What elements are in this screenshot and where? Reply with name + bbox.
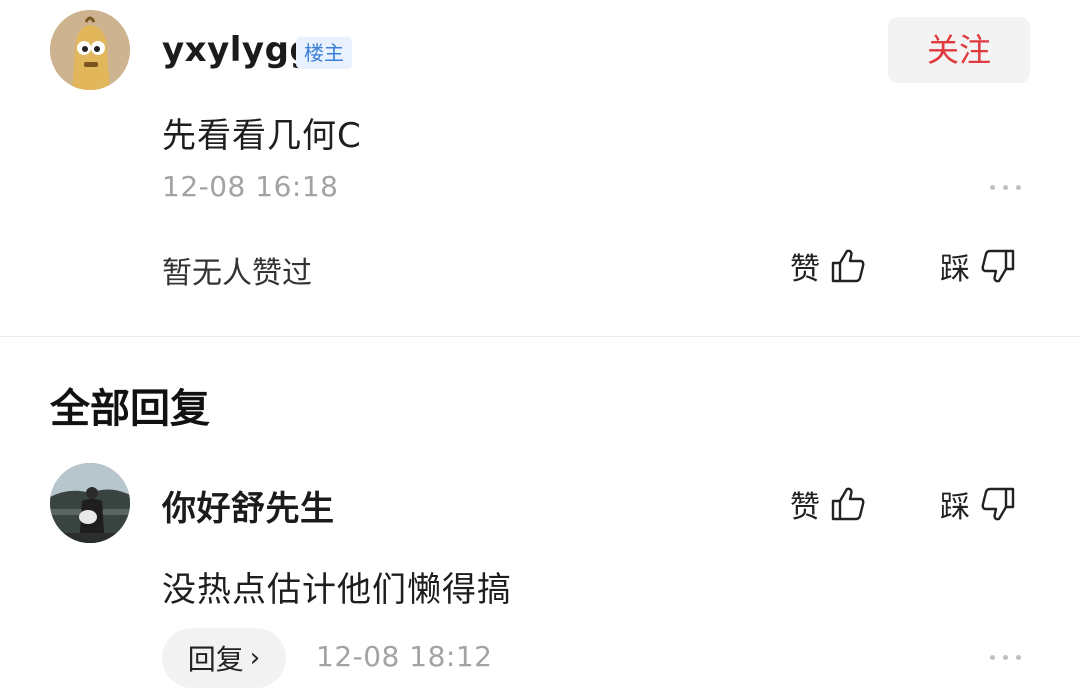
post-author-name[interactable]: yxylygg: [162, 30, 314, 70]
section-divider: [0, 336, 1080, 337]
more-options-icon[interactable]: [988, 182, 1024, 192]
chevron-right-icon: ›: [249, 643, 261, 673]
reply-timestamp: 12-08 18:12: [316, 640, 493, 673]
like-label: 赞: [790, 490, 820, 525]
like-button[interactable]: 赞: [790, 244, 868, 288]
reply-button-label: 回复: [187, 643, 244, 676]
replies-section-title: 全部回复: [50, 386, 210, 432]
reply-button[interactable]: 回复 ›: [162, 628, 286, 688]
original-poster-badge: 楼主: [296, 37, 352, 69]
dislike-button[interactable]: 踩: [940, 244, 1018, 288]
thumbs-up-icon: [831, 249, 865, 283]
reply-author-name[interactable]: 你好舒先生: [162, 481, 335, 530]
thumbs-down-icon: [981, 487, 1015, 521]
avatar[interactable]: [50, 10, 130, 90]
photo-avatar-icon: [50, 463, 130, 543]
cartoon-avatar-icon: [50, 10, 130, 90]
avatar[interactable]: [50, 463, 130, 543]
reply-content: 没热点估计他们懒得搞: [162, 570, 512, 610]
dislike-label: 踩: [940, 490, 970, 525]
likes-summary: 暂无人赞过: [162, 256, 312, 291]
post-timestamp: 12-08 16:18: [162, 170, 339, 203]
like-button[interactable]: 赞: [790, 482, 868, 526]
dislike-label: 踩: [940, 252, 970, 287]
dislike-button[interactable]: 踩: [940, 482, 1018, 526]
follow-button[interactable]: 关注: [888, 17, 1030, 83]
like-label: 赞: [790, 252, 820, 287]
comment-page: yxylygg 楼主 关注 先看看几何C 12-08 16:18 暂无人赞过 赞…: [0, 0, 1080, 694]
post-content: 先看看几何C: [162, 116, 362, 156]
thumbs-down-icon: [981, 249, 1015, 283]
more-options-icon[interactable]: [988, 652, 1024, 662]
thumbs-up-icon: [831, 487, 865, 521]
